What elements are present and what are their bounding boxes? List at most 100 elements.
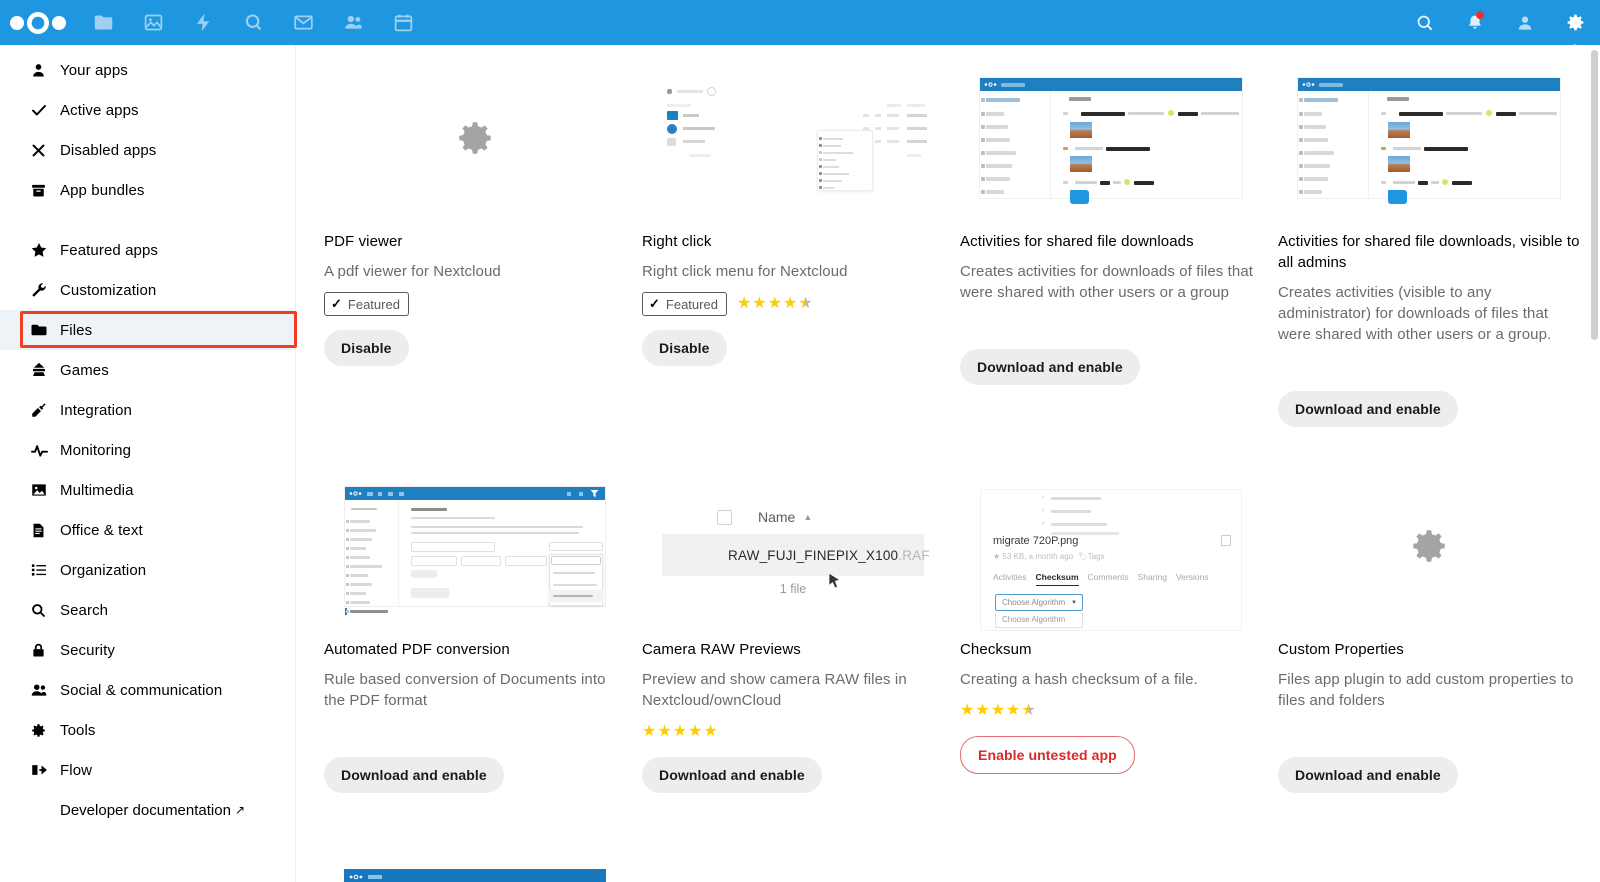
sidebar-item-search[interactable]: Search bbox=[0, 590, 295, 630]
plug-icon bbox=[30, 401, 60, 419]
preview-tabs: Activities Checksum Comments Sharing Ver… bbox=[993, 572, 1209, 586]
app-card-right-click[interactable]: Right click Right click menu for Nextclo… bbox=[642, 53, 944, 461]
app-card-activities-shared-downloads-admins[interactable]: Activities for shared file downloads, vi… bbox=[1278, 53, 1580, 461]
sidebar-item-developer-documentation[interactable]: Developer documentation ↗ bbox=[0, 790, 295, 830]
file-row: RAW_FUJI_FINEPIX_X100 .RAF bbox=[662, 534, 930, 576]
app-card-partial-3[interactable] bbox=[960, 827, 1262, 882]
tab-sharing: Sharing bbox=[1137, 572, 1167, 582]
chevron-down-icon: ▼ bbox=[1071, 599, 1077, 606]
sidebar-item-tools[interactable]: Tools bbox=[0, 710, 295, 750]
gear-placeholder-icon bbox=[1413, 530, 1445, 562]
algorithm-select: Choose Algorithm ▼ bbox=[995, 594, 1083, 611]
app-action-button[interactable]: Enable untested app bbox=[960, 736, 1135, 774]
app-action-button[interactable]: Disable bbox=[324, 330, 409, 366]
app-card-custom-properties[interactable]: Custom Properties Files app plugin to ad… bbox=[1278, 461, 1580, 827]
app-card-checksum[interactable]: ✓ ✓ ✓ migrate 720P.png ★ 53 KB, a month … bbox=[960, 461, 1262, 827]
file-extension: .RAF bbox=[898, 547, 930, 563]
activity-icon[interactable] bbox=[178, 0, 228, 45]
sidebar-item-your-apps[interactable]: Your apps bbox=[0, 50, 295, 90]
featured-badge[interactable]: ✓ Featured bbox=[324, 292, 409, 316]
notifications-icon[interactable] bbox=[1450, 0, 1500, 45]
office-screenshot bbox=[344, 857, 606, 882]
sidebar-item-integration[interactable]: Integration bbox=[0, 390, 295, 430]
search-icon[interactable] bbox=[1400, 0, 1450, 45]
sidebar-item-label: Customization bbox=[60, 281, 157, 299]
files-icon[interactable] bbox=[78, 0, 128, 45]
app-actions: Download and enable bbox=[1278, 757, 1580, 793]
app-description: Right click menu for Nextcloud bbox=[642, 263, 848, 280]
app-action-button[interactable]: Download and enable bbox=[960, 349, 1140, 385]
app-action-button[interactable]: Disable bbox=[642, 330, 727, 366]
app-actions: Disable bbox=[324, 330, 626, 366]
app-title: Custom Properties bbox=[1278, 641, 1404, 658]
featured-badge[interactable]: ✓ Featured bbox=[642, 292, 727, 316]
app-action-button[interactable]: Download and enable bbox=[1278, 391, 1458, 427]
tab-activities: Activities bbox=[993, 572, 1027, 582]
tab-checksum: Checksum bbox=[1035, 572, 1079, 586]
app-description: Creating a hash checksum of a file. bbox=[960, 671, 1198, 688]
app-card-activities-shared-downloads[interactable]: Activities for shared file downloads Cre… bbox=[960, 53, 1262, 461]
apps-grid: PDF viewer A pdf viewer for Nextcloud ✓ … bbox=[296, 45, 1600, 882]
contacts-menu-icon[interactable] bbox=[1500, 0, 1550, 45]
app-card-partial-office[interactable] bbox=[324, 827, 626, 882]
app-card-partial-2[interactable] bbox=[642, 827, 944, 882]
preview-file-name: migrate 720P.png bbox=[993, 535, 1079, 547]
sidebar-item-files[interactable]: Files bbox=[0, 310, 295, 350]
sidebar-item-label: Organization bbox=[60, 561, 147, 579]
sidebar-item-social-communication[interactable]: Social & communication bbox=[0, 670, 295, 710]
mail-icon[interactable] bbox=[278, 0, 328, 45]
nextcloud-logo-icon bbox=[984, 82, 997, 87]
search-icon bbox=[30, 602, 60, 619]
archive-icon bbox=[30, 182, 60, 199]
lock-icon bbox=[30, 642, 60, 659]
sidebar-item-organization[interactable]: Organization bbox=[0, 550, 295, 590]
app-action-button[interactable]: Download and enable bbox=[1278, 757, 1458, 793]
app-action-button[interactable]: Download and enable bbox=[642, 757, 822, 793]
app-description: Preview and show camera RAW files in Nex… bbox=[642, 671, 907, 709]
app-meta: ★ ★ ★ ★ ★ bbox=[642, 721, 944, 743]
sidebar-item-app-bundles[interactable]: App bundles bbox=[0, 170, 295, 210]
apps-category-sidebar: Your apps Active apps Disabled apps App … bbox=[0, 45, 296, 882]
apps-list-main: PDF viewer A pdf viewer for Nextcloud ✓ … bbox=[296, 45, 1600, 882]
preview-topbar bbox=[980, 78, 1242, 91]
check-icon bbox=[30, 101, 60, 119]
sidebar-item-label: Search bbox=[60, 601, 109, 619]
nextcloud-logo[interactable] bbox=[0, 0, 78, 45]
sidebar-item-flow[interactable]: Flow bbox=[0, 750, 295, 790]
app-rating: ★ ★ ★ ★ ★ bbox=[736, 295, 813, 312]
calendar-icon[interactable] bbox=[378, 0, 428, 45]
contacts-icon[interactable] bbox=[328, 0, 378, 45]
vertical-scrollbar[interactable] bbox=[1591, 50, 1598, 340]
sidebar-item-office-text[interactable]: Office & text bbox=[0, 510, 295, 550]
sidebar-item-disabled-apps[interactable]: Disabled apps bbox=[0, 130, 295, 170]
context-menu-preview bbox=[817, 130, 873, 191]
app-title: Right click bbox=[642, 233, 712, 250]
app-preview bbox=[324, 53, 626, 223]
sidebar-item-multimedia[interactable]: Multimedia bbox=[0, 470, 295, 510]
sidebar-item-active-apps[interactable]: Active apps bbox=[0, 90, 295, 130]
app-card-automated-pdf-conversion[interactable]: Automated PDF conversion Rule based conv… bbox=[324, 461, 626, 827]
sidebar-divider bbox=[0, 210, 295, 230]
list-icon bbox=[30, 561, 60, 579]
games-icon bbox=[30, 361, 60, 379]
search-app-icon[interactable] bbox=[228, 0, 278, 45]
settings-icon[interactable] bbox=[1550, 0, 1600, 54]
sidebar-item-customization[interactable]: Customization bbox=[0, 270, 295, 310]
sidebar-item-monitoring[interactable]: Monitoring bbox=[0, 430, 295, 470]
select-all-checkbox bbox=[717, 509, 732, 525]
app-title: Activities for shared file downloads bbox=[960, 233, 1194, 250]
sidebar-item-featured-apps[interactable]: Featured apps bbox=[0, 230, 295, 270]
photos-icon[interactable] bbox=[128, 0, 178, 45]
app-description: A pdf viewer for Nextcloud bbox=[324, 263, 501, 280]
app-card-camera-raw-previews[interactable]: Name ▲ RAW_FUJI_FINEPIX_X100 .RAF 1 file … bbox=[642, 461, 944, 827]
app-title: PDF viewer bbox=[324, 233, 403, 250]
app-meta: ✓ Featured ★ ★ ★ ★ ★ bbox=[642, 292, 944, 316]
preview-topbar bbox=[345, 486, 605, 500]
app-card-pdf-viewer[interactable]: PDF viewer A pdf viewer for Nextcloud ✓ … bbox=[324, 53, 626, 461]
sidebar-item-security[interactable]: Security bbox=[0, 630, 295, 670]
app-card-partial-4[interactable] bbox=[1278, 827, 1580, 882]
sidebar-item-games[interactable]: Games bbox=[0, 350, 295, 390]
sidebar-item-label: Security bbox=[60, 641, 115, 659]
app-action-button[interactable]: Download and enable bbox=[324, 757, 504, 793]
app-meta bbox=[1278, 721, 1580, 743]
